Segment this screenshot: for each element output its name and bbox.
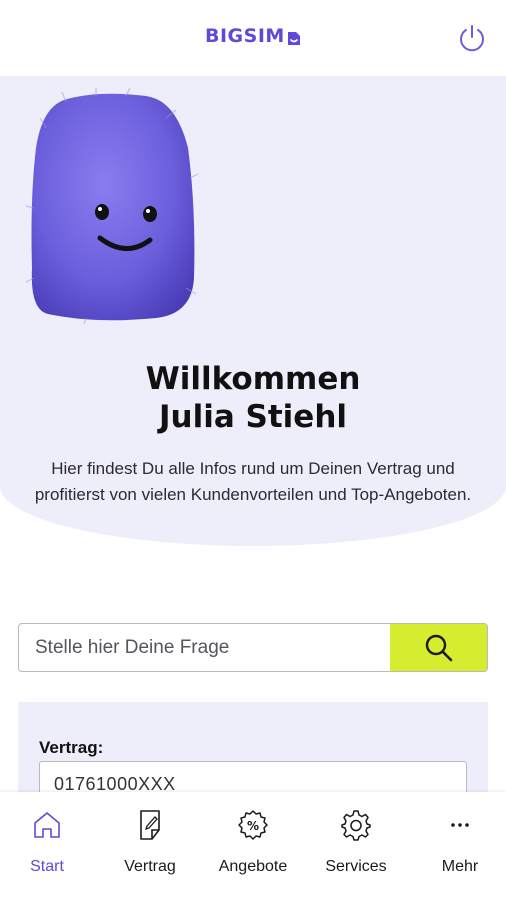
contract-card: Vertrag: 01761000XXX bbox=[18, 702, 488, 805]
more-dots-icon bbox=[451, 823, 469, 827]
app-header: BIGSIM bbox=[0, 0, 506, 76]
bottom-navigation: Start Vertrag % Angebote Services Mehr bbox=[0, 792, 506, 900]
user-name: Julia Stiehl bbox=[158, 399, 348, 435]
gear-icon bbox=[341, 810, 371, 841]
nav-item-mehr[interactable]: Mehr bbox=[410, 808, 506, 878]
percent-badge-icon: % bbox=[238, 810, 268, 840]
logo-text: BIGSIM bbox=[205, 25, 285, 47]
sim-card-logo-icon bbox=[287, 29, 301, 45]
nav-item-vertrag[interactable]: Vertrag bbox=[100, 808, 200, 878]
help-search-bar bbox=[18, 623, 488, 672]
bigsim-logo[interactable]: BIGSIM bbox=[205, 24, 301, 48]
nav-label-services: Services bbox=[325, 858, 387, 875]
search-button[interactable] bbox=[390, 624, 487, 671]
intro-text: Hier findest Du alle Infos rund um Deine… bbox=[34, 459, 472, 504]
contract-label: Vertrag: bbox=[39, 738, 104, 757]
nav-item-services[interactable]: Services bbox=[306, 808, 406, 878]
search-icon bbox=[425, 634, 452, 661]
nav-item-angebote[interactable]: % Angebote bbox=[203, 808, 303, 878]
power-icon[interactable] bbox=[456, 22, 488, 54]
nav-label-start: Start bbox=[30, 858, 64, 875]
document-edit-icon bbox=[140, 810, 160, 840]
home-icon bbox=[34, 812, 60, 838]
welcome-hero: Willkommen Julia Stiehl Hier findest Du … bbox=[0, 76, 506, 546]
search-input[interactable] bbox=[19, 624, 391, 671]
nav-label-vertrag: Vertrag bbox=[124, 858, 176, 875]
welcome-heading: Willkommen Julia Stiehl bbox=[0, 360, 506, 436]
furry-sim-mascot-image bbox=[25, 86, 199, 325]
nav-item-start[interactable]: Start bbox=[0, 808, 97, 878]
svg-text:%: % bbox=[247, 819, 259, 833]
nav-label-angebote: Angebote bbox=[218, 858, 288, 875]
welcome-title: Willkommen bbox=[145, 361, 361, 397]
nav-label-mehr: Mehr bbox=[441, 858, 479, 875]
